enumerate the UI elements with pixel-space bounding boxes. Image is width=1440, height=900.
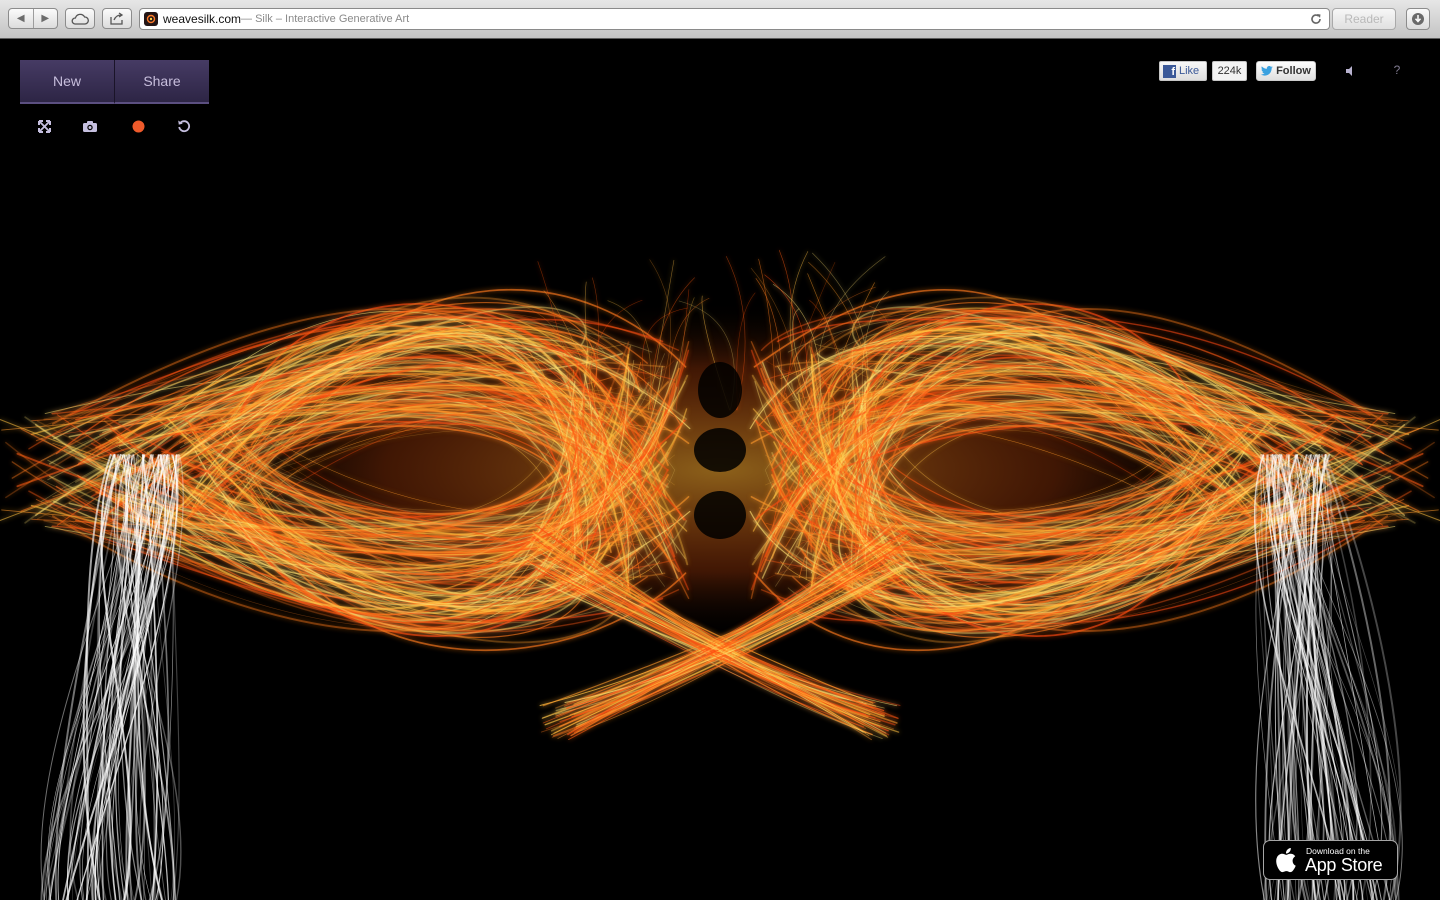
- app-store-big-text: App Store: [1305, 855, 1383, 875]
- silk-artwork: [0, 40, 1440, 900]
- snapshot-button[interactable]: [80, 116, 100, 136]
- share-arrow-icon: [110, 12, 124, 25]
- facebook-like-button[interactable]: f Like: [1159, 61, 1207, 81]
- address-bar[interactable]: weavesilk.com — Silk – Interactive Gener…: [139, 8, 1330, 30]
- url-domain: weavesilk.com: [163, 12, 242, 26]
- twitter-bird-icon: [1261, 66, 1273, 76]
- like-label: Like: [1179, 65, 1200, 77]
- camera-icon: [83, 120, 97, 132]
- apple-logo-icon: [1276, 848, 1296, 873]
- share-page-button[interactable]: [102, 8, 132, 29]
- cloud-icon: [71, 13, 89, 25]
- share-button[interactable]: Share: [114, 60, 209, 104]
- page-title: — Silk – Interactive Generative Art: [241, 13, 410, 25]
- back-button[interactable]: ◀: [9, 9, 33, 28]
- forward-button[interactable]: ▶: [32, 9, 58, 28]
- undo-icon: [178, 120, 191, 133]
- app-store-badge[interactable]: Download on the App Store: [1263, 840, 1398, 880]
- twitter-follow-button[interactable]: Follow: [1256, 61, 1316, 81]
- browser-toolbar: ◀ ▶ weavesilk.com — Silk – Interactive G…: [0, 0, 1440, 39]
- new-button[interactable]: New: [20, 60, 114, 104]
- tool-row: [20, 116, 208, 136]
- fullscreen-icon: [37, 119, 51, 133]
- icloud-tabs-button[interactable]: [65, 8, 95, 29]
- silk-favicon-icon: [144, 12, 158, 26]
- follow-label: Follow: [1276, 65, 1311, 77]
- record-button[interactable]: [128, 116, 148, 136]
- reload-icon[interactable]: [1309, 12, 1323, 26]
- facebook-icon: f: [1163, 64, 1176, 78]
- sound-toggle-icon[interactable]: [1342, 64, 1358, 78]
- reader-button[interactable]: Reader: [1332, 8, 1396, 30]
- forward-arrow-icon: ▶: [41, 13, 50, 24]
- fullscreen-button[interactable]: [34, 116, 54, 136]
- nav-buttons: ◀ ▶: [8, 8, 58, 29]
- silk-canvas[interactable]: [0, 40, 1440, 900]
- silk-menu: New Share: [20, 60, 209, 104]
- like-count: 224k: [1212, 61, 1247, 81]
- back-arrow-icon: ◀: [16, 13, 25, 24]
- downloads-button[interactable]: [1406, 8, 1430, 30]
- help-button[interactable]: ?: [1390, 62, 1404, 78]
- record-icon: [132, 120, 144, 132]
- undo-button[interactable]: [174, 116, 194, 136]
- download-icon: [1412, 13, 1424, 25]
